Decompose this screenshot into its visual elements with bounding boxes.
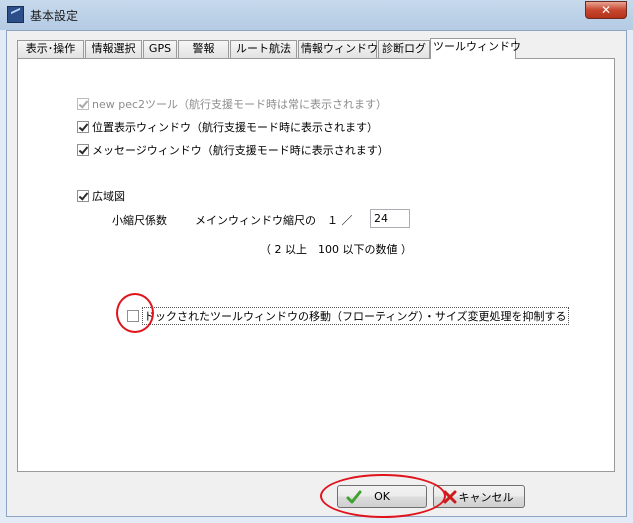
- position-window-label: 位置表示ウィンドウ（航行支援モード時に表示されます）: [92, 121, 378, 134]
- cancel-button-label: キャンセル: [458, 490, 514, 504]
- tab-route-navigation[interactable]: ルート航法: [230, 40, 297, 58]
- title-bar: 基本設定 ✕: [0, 0, 633, 30]
- new-pec2-label: new pec2ツール（航行支援モード時は常に表示されます）: [92, 98, 388, 111]
- checkbox-row-wide-area-map[interactable]: 広域図: [77, 188, 125, 204]
- tab-panel-tool-window: new pec2ツール（航行支援モード時は常に表示されます） 位置表示ウィンドウ…: [17, 58, 615, 472]
- app-icon: [7, 6, 24, 23]
- message-window-label: メッセージウィンドウ（航行支援モード時に表示されます）: [92, 144, 389, 157]
- checkbox-row-dock-suppress[interactable]: ドックされたツールウィンドウの移動（フローティング）・サイズ変更処理を抑制する: [127, 307, 569, 325]
- wide-area-map-label: 広域図: [92, 190, 125, 203]
- cancel-button[interactable]: キャンセル: [433, 485, 525, 508]
- dock-suppress-label: ドックされたツールウィンドウの移動（フローティング）・サイズ変更処理を抑制する: [142, 307, 569, 325]
- dialog-body: 表示･操作 情報選択 GPS 警報 ルート航法 情報ウィンドウ 診断ログ ツール…: [6, 30, 627, 518]
- scale-range-hint: （ 2 以上 100 以下の数値 ）: [260, 243, 412, 256]
- settings-window: 基本設定 ✕ 表示･操作 情報選択 GPS 警報 ルート航法 情報ウィンドウ 診…: [0, 0, 633, 523]
- position-window-checkbox[interactable]: [77, 121, 89, 133]
- main-window-scale-label: メインウィンドウ縮尺の １ ／: [195, 214, 353, 227]
- tab-info-window[interactable]: 情報ウィンドウ: [298, 40, 378, 58]
- window-title: 基本設定: [30, 9, 79, 23]
- tab-gps[interactable]: GPS: [143, 40, 177, 58]
- wide-area-map-checkbox[interactable]: [77, 190, 89, 202]
- small-scale-factor-input[interactable]: 24: [370, 209, 410, 228]
- checkbox-row-position-window[interactable]: 位置表示ウィンドウ（航行支援モード時に表示されます）: [77, 119, 378, 135]
- checkbox-row-new-pec2[interactable]: new pec2ツール（航行支援モード時は常に表示されます）: [77, 96, 387, 112]
- new-pec2-checkbox[interactable]: [77, 98, 89, 110]
- checkbox-row-message-window[interactable]: メッセージウィンドウ（航行支援モード時に表示されます）: [77, 142, 389, 158]
- close-button[interactable]: ✕: [585, 1, 627, 19]
- small-scale-factor-label: 小縮尺係数: [112, 214, 167, 227]
- annotation-circle-ok: [320, 474, 446, 518]
- tab-info-selection[interactable]: 情報選択: [85, 40, 142, 58]
- tab-tool-window[interactable]: ツールウィンドウ: [430, 38, 521, 59]
- annotation-circle-checkbox: [116, 293, 154, 333]
- message-window-checkbox[interactable]: [77, 144, 89, 156]
- tab-display-operation[interactable]: 表示･操作: [17, 40, 84, 58]
- tab-alarm[interactable]: 警報: [178, 40, 229, 58]
- tab-diagnostic-log[interactable]: 診断ログ: [378, 40, 430, 58]
